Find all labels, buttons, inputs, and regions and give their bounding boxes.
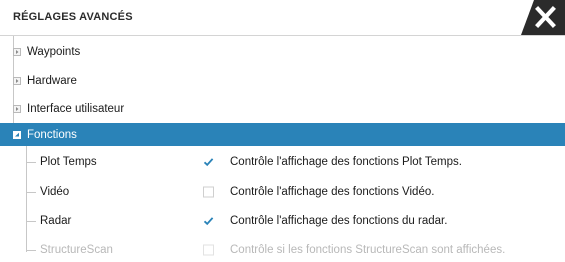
feature-label: Radar [40,215,72,227]
close-button[interactable] [521,0,565,35]
feature-description: Contrôle si les fonctions StructureScan … [230,244,506,256]
expand-arrow-icon[interactable] [13,105,21,113]
tree-item-label: Interface utilisateur [27,103,125,115]
dialog-header: RÉGLAGES AVANCÉS [0,0,565,36]
checkbox-video[interactable] [203,186,214,198]
feature-row-radar[interactable]: Radar Contrôle l'affichage des fonctions… [0,207,565,235]
tree-item-waypoints[interactable]: Waypoints [0,37,565,67]
tree-connector [27,192,36,193]
checkbox-plot-temps[interactable] [203,156,214,168]
feature-description: Contrôle l'affichage des fonctions du ra… [230,215,448,227]
feature-description: Contrôle l'affichage des fonctions Vidéo… [230,186,435,198]
feature-row-plot-temps[interactable]: Plot Temps Contrôle l'affichage des fonc… [0,149,565,175]
feature-description: Contrôle l'affichage des fonctions Plot … [230,156,462,168]
tree-item-label: Fonctions [27,128,77,141]
checkbox-structurescan[interactable] [203,244,214,256]
collapse-arrow-icon[interactable] [13,130,21,139]
tree-connector [27,221,36,222]
feature-row-video[interactable]: Vidéo Contrôle l'affichage des fonctions… [0,178,565,206]
feature-label: StructureScan [40,244,113,256]
close-icon [521,0,565,35]
tree-item-hardware[interactable]: Hardware [0,67,565,95]
tree-connector [27,250,36,251]
tree-connector [27,162,36,163]
advanced-settings-dialog: RÉGLAGES AVANCÉS Waypoints Hardware Inte… [0,0,565,256]
tree-item-fonctions[interactable]: Fonctions [0,123,565,146]
feature-label: Plot Temps [40,156,97,168]
expand-arrow-icon[interactable] [13,48,21,56]
feature-label: Vidéo [40,186,70,198]
tree-item-interface-utilisateur[interactable]: Interface utilisateur [0,95,565,123]
checkbox-radar[interactable] [203,215,214,227]
expand-arrow-icon[interactable] [13,77,21,85]
tree-item-label: Hardware [27,75,77,87]
dialog-title: RÉGLAGES AVANCÉS [13,11,133,23]
tree-item-label: Waypoints [27,46,81,58]
feature-row-structurescan[interactable]: StructureScan Contrôle si les fonctions … [0,238,565,262]
